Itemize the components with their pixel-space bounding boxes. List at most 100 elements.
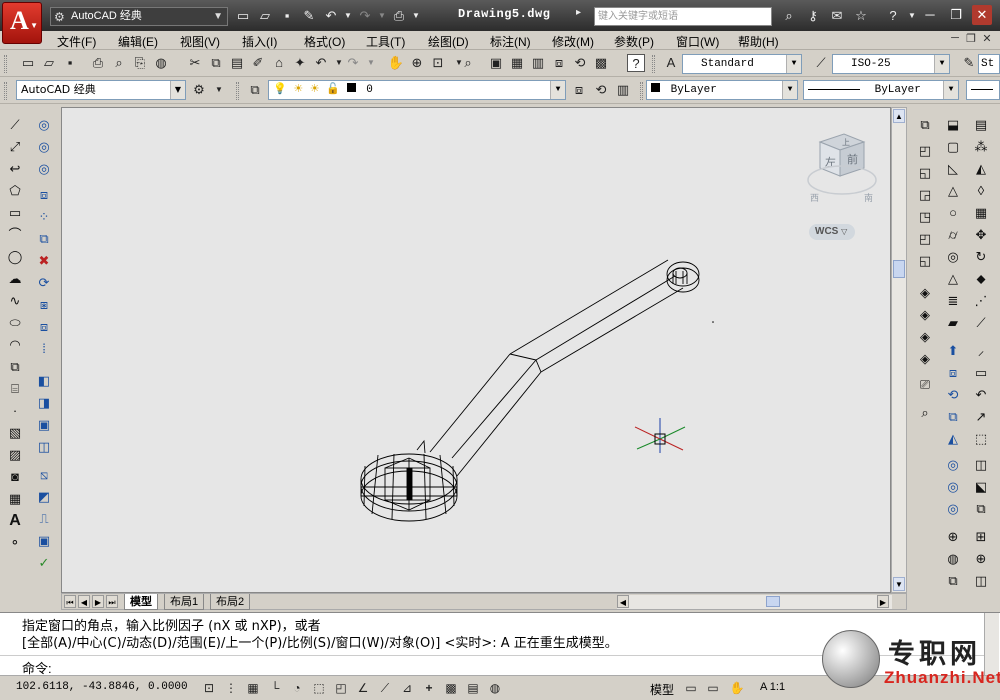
print-icon[interactable]: ⎙ [390, 7, 408, 24]
copy-icon[interactable]: ⧉ [207, 54, 225, 72]
workspace-selector[interactable]: ⚙ AutoCAD 经典 ▼ [50, 7, 228, 26]
layer-select[interactable]: 💡 ☀ ☀ 🔓 0 ▼ [268, 80, 566, 100]
ucs-object-icon[interactable]: ⧉ [972, 500, 990, 518]
pan-icon[interactable]: ✋ [728, 679, 746, 697]
3d-move-icon[interactable]: ⊕ [944, 528, 962, 546]
object-snap-tracking-icon[interactable]: ∠ [354, 679, 372, 697]
block-editor-icon[interactable]: ⌂ [270, 54, 288, 72]
help-icon[interactable]: ? [884, 7, 902, 24]
lineweight-select[interactable] [966, 80, 1000, 100]
markup-icon[interactable]: ⟲ [571, 54, 589, 72]
chamfer-icon[interactable]: ▣ [35, 416, 53, 434]
scroll-thumb[interactable] [766, 596, 780, 607]
copy-faces-icon[interactable]: ↻ [972, 248, 990, 266]
layer-previous-icon[interactable]: ⟲ [592, 81, 610, 99]
annotation-scale[interactable]: A 1:1 [760, 681, 785, 693]
match-properties-icon[interactable]: ✐ [249, 54, 267, 72]
dynamic-ucs-icon[interactable]: ⟋ [376, 679, 394, 697]
sweep-icon[interactable]: ⟲ [944, 386, 962, 404]
imprint-icon[interactable]: ⋰ [972, 292, 990, 310]
make-current-layer-icon[interactable]: ⧈ [570, 81, 588, 99]
3d-dwf-icon[interactable]: ◍ [152, 54, 170, 72]
quick-view-drawings-icon[interactable]: ▭ [704, 679, 722, 697]
tool-palettes-icon[interactable]: ▥ [529, 54, 547, 72]
fillet-icon[interactable]: ◫ [35, 438, 53, 456]
redo-icon[interactable]: ↷ [356, 7, 374, 24]
close-button[interactable]: ✕ [972, 5, 992, 25]
lineweight-icon[interactable]: + [420, 679, 438, 697]
polysolid-icon[interactable]: ⬓ [944, 116, 962, 134]
first-tab-icon[interactable]: ⏮ [64, 595, 76, 608]
rotate-icon[interactable]: ✖ [35, 252, 53, 270]
toolbar-grip[interactable] [640, 82, 643, 100]
polar-tracking-icon[interactable]: ◔ [288, 679, 306, 697]
wedge-icon[interactable]: ◺ [944, 160, 962, 178]
plot-preview-icon[interactable]: ⌕ [110, 54, 128, 72]
extrude-icon[interactable]: ⬆ [944, 342, 962, 360]
intersect-icon[interactable]: ◎ [944, 500, 962, 518]
join-icon[interactable]: ◨ [35, 394, 53, 412]
undo-icon[interactable]: ↶ [312, 54, 330, 72]
table-icon[interactable]: ▦ [6, 490, 24, 508]
snap-mode-icon[interactable]: ⋮ [222, 679, 240, 697]
redo-dropdown-icon[interactable]: ▼ [362, 54, 380, 72]
tab-model[interactable]: 模型 [124, 594, 158, 610]
construction-line-icon[interactable]: ⤢ [6, 138, 24, 156]
object-snap-icon[interactable]: ⬚ [310, 679, 328, 697]
named-views-icon[interactable]: ⧉ [916, 116, 934, 134]
doc-minimize-button[interactable]: ─ [948, 32, 962, 48]
trim-icon[interactable]: ⧈ [35, 318, 53, 336]
text-style-select[interactable]: Standard ▼ [682, 54, 802, 74]
ucs-view-icon[interactable]: ⊞ [972, 528, 990, 546]
subscription-key-icon[interactable]: ⚷ [804, 7, 822, 24]
workspace-dropdown-icon[interactable]: ▼ [210, 81, 228, 99]
ucs-face-icon[interactable]: ⬕ [972, 478, 990, 496]
menu-tools[interactable]: 工具(T) [366, 33, 405, 50]
help-dropdown-icon[interactable]: ▼ [908, 7, 916, 24]
binoculars-search-icon[interactable]: ⌕ [780, 7, 798, 24]
plot-icon[interactable]: ⎙ [89, 54, 107, 72]
undo-icon[interactable]: ↶ [322, 7, 340, 24]
rotate-faces-icon[interactable]: ▦ [972, 204, 990, 222]
zoom-previous-icon[interactable]: ⌕ [459, 54, 477, 72]
model-space-label[interactable]: 模型 [650, 681, 674, 698]
menu-parameters[interactable]: 参数(P) [614, 33, 654, 50]
delete-faces-icon[interactable]: ◊ [972, 182, 990, 200]
restore-button[interactable]: ❐ [946, 5, 966, 25]
polyline-icon[interactable]: ↩ [6, 160, 24, 178]
offset-faces-icon[interactable]: ◭ [972, 160, 990, 178]
save-icon[interactable]: ▪ [61, 54, 79, 72]
search-input[interactable]: 键入关键字或短语 [594, 7, 772, 26]
torus-icon[interactable]: ◎ [944, 248, 962, 266]
arc-icon[interactable]: ⌒ [6, 226, 24, 244]
prev-tab-icon[interactable]: ◀ [78, 595, 90, 608]
offset-icon[interactable]: ⧈ [35, 186, 53, 204]
layer-state-icon[interactable]: ▥ [614, 81, 632, 99]
menu-help[interactable]: 帮助(H) [738, 33, 779, 50]
sphere-icon[interactable]: ○ [944, 204, 962, 222]
check-icon[interactable]: ✓ [35, 554, 53, 572]
application-menu-button[interactable]: A ▼ [2, 2, 42, 44]
break-icon[interactable]: ◧ [35, 372, 53, 390]
color-faces-icon[interactable]: ⬥ [972, 270, 990, 288]
doc-close-button[interactable]: ✕ [980, 32, 994, 48]
undo-dropdown-icon[interactable]: ▼ [344, 7, 352, 24]
multiline-text-icon[interactable]: A [6, 512, 24, 530]
zoom-extents-icon[interactable]: ⌕ [916, 404, 934, 422]
slice-icon[interactable]: ⎍ [35, 510, 53, 528]
menu-modify[interactable]: 修改(M) [552, 33, 594, 50]
extend-icon[interactable]: ⁞ [35, 340, 53, 358]
cylinder-icon[interactable]: ⌭ [944, 226, 962, 244]
zoom-realtime-icon[interactable]: ⊕ [408, 54, 426, 72]
front-view-icon[interactable]: ◰ [916, 230, 934, 248]
back-view-icon[interactable]: ◱ [916, 252, 934, 270]
quick-view-layouts-icon[interactable]: ▭ [682, 679, 700, 697]
spline-icon[interactable]: ∿ [6, 292, 24, 310]
toolbar-grip[interactable] [236, 82, 239, 100]
extrude-faces-icon[interactable]: ▤ [972, 116, 990, 134]
dynamic-input-icon[interactable]: ⊿ [398, 679, 416, 697]
revolve-icon[interactable]: ⧉ [944, 408, 962, 426]
vertical-scrollbar[interactable]: ▲ ▼ [891, 107, 907, 593]
gradient-icon[interactable]: ▨ [6, 446, 24, 464]
menu-window[interactable]: 窗口(W) [676, 33, 719, 50]
